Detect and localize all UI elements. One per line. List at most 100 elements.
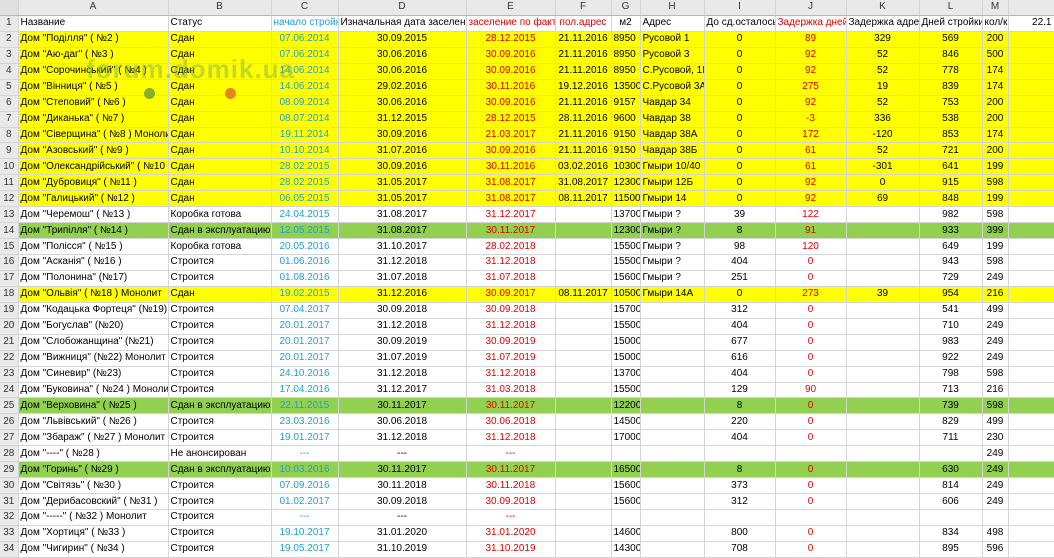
cell-original-date[interactable]: 30.09.2015 <box>338 31 467 48</box>
cell-build-days[interactable]: 713 <box>919 382 983 399</box>
cell-name[interactable]: Дом "Горинь" ( №29 ) <box>18 461 169 479</box>
cell-empty[interactable] <box>1008 127 1054 144</box>
cell-area[interactable]: 8950 <box>611 63 641 80</box>
cell-empty[interactable] <box>1008 95 1054 112</box>
row-header[interactable]: 24 <box>0 382 19 399</box>
cell-status[interactable]: Строится <box>168 270 272 287</box>
cell-delay-address[interactable] <box>846 350 920 367</box>
cell-empty[interactable] <box>1008 111 1054 128</box>
cell-area[interactable] <box>611 445 641 463</box>
cell-delay-days[interactable]: 0 <box>775 541 847 558</box>
row-header[interactable]: 1 <box>0 15 19 32</box>
cell-empty[interactable] <box>1008 509 1054 526</box>
cell-address[interactable]: Чавдар 38Б <box>640 142 705 160</box>
cell-start-date[interactable]: 24.10.2016 <box>271 366 339 383</box>
cell-delay-address[interactable]: 52 <box>846 63 920 80</box>
cell-status[interactable]: Строится <box>168 429 272 447</box>
cell-remaining[interactable]: 220 <box>704 413 776 431</box>
cell-empty[interactable] <box>1008 318 1054 335</box>
row-header[interactable]: 25 <box>0 397 19 415</box>
row-header[interactable]: 17 <box>0 270 19 287</box>
cell-empty[interactable] <box>1008 142 1054 160</box>
cell-empty[interactable] <box>1008 334 1054 351</box>
cell-original-date[interactable]: 30.06.2016 <box>338 47 467 64</box>
cell-address[interactable]: Чавдар 38А <box>640 127 705 144</box>
cell-name[interactable]: Дом "Поділля" ( №2 ) <box>18 31 169 48</box>
column-header[interactable]: K <box>846 0 920 16</box>
cell-name[interactable]: Дом "Світязь" ( №30 ) <box>18 477 169 495</box>
cell-area[interactable]: 8950 <box>611 31 641 48</box>
cell-delay-address[interactable] <box>846 382 920 399</box>
cell-area[interactable]: 12300 <box>611 174 641 192</box>
cell-delay-days[interactable]: 120 <box>775 238 847 255</box>
cell-area[interactable]: 12200 <box>611 397 641 415</box>
cell-address[interactable] <box>640 350 705 367</box>
cell-address[interactable] <box>640 413 705 431</box>
cell-status[interactable]: Сдан <box>168 79 272 96</box>
cell-name[interactable]: Дом "Трипілля" ( №14 ) <box>18 222 169 240</box>
cell-address-date[interactable]: 19.12.2016 <box>555 79 612 96</box>
cell-original-date[interactable]: 31.12.2016 <box>338 286 467 303</box>
cell-address[interactable] <box>640 477 705 495</box>
cell-build-days[interactable]: 710 <box>919 318 983 335</box>
cell-flats[interactable]: 216 <box>982 286 1009 303</box>
cell-empty[interactable] <box>1008 47 1054 64</box>
cell-address-date[interactable] <box>555 493 612 510</box>
cell-actual-date[interactable]: 31.10.2019 <box>466 541 556 558</box>
cell-address[interactable] <box>640 334 705 351</box>
cell-area[interactable]: 15000 <box>611 334 641 351</box>
cell-area[interactable]: 14500 <box>611 413 641 431</box>
cell-build-days[interactable]: 569 <box>919 31 983 48</box>
cell-build-days[interactable]: 922 <box>919 350 983 367</box>
column-header[interactable]: E <box>466 0 556 16</box>
cell-flats[interactable]: 498 <box>982 525 1009 542</box>
cell-address[interactable] <box>640 493 705 510</box>
cell-delay-days[interactable]: 89 <box>775 31 847 48</box>
cell-address-date[interactable]: 28.11.2016 <box>555 111 612 128</box>
cell-flats[interactable]: 174 <box>982 79 1009 96</box>
cell-remaining[interactable]: 0 <box>704 158 776 176</box>
cell-delay-address[interactable] <box>846 397 920 415</box>
cell-area[interactable]: 15600 <box>611 493 641 510</box>
cell-remaining[interactable]: 312 <box>704 493 776 510</box>
cell-name[interactable]: Дом "Дерибасовский" ( №31 ) <box>18 493 169 510</box>
cell-flats[interactable]: 249 <box>982 477 1009 495</box>
cell-actual-date[interactable]: 30.09.2016 <box>466 63 556 80</box>
cell-delay-address[interactable] <box>846 238 920 255</box>
cell-original-date[interactable]: 31.08.2017 <box>338 222 467 240</box>
row-header[interactable]: 29 <box>0 461 19 479</box>
cell-start-date[interactable]: --- <box>271 445 339 463</box>
cell-original-date[interactable]: 30.09.2019 <box>338 334 467 351</box>
cell-flats[interactable]: 200 <box>982 111 1009 128</box>
cell-delay-address[interactable] <box>846 206 920 224</box>
cell-actual-date[interactable]: 31.12.2018 <box>466 366 556 383</box>
cell-delay-address[interactable] <box>846 509 920 526</box>
cell-name[interactable]: Дом "Синевир" (№23) <box>18 366 169 383</box>
cell-original-date[interactable]: 31.12.2018 <box>338 429 467 447</box>
cell-build-days[interactable] <box>919 509 983 526</box>
cell-delay-address[interactable]: 336 <box>846 111 920 128</box>
cell-address[interactable]: Гмыри ? <box>640 270 705 287</box>
cell-status[interactable]: Сдан <box>168 95 272 112</box>
header-cell-extra[interactable]: 22.1 <box>1008 15 1054 32</box>
cell-remaining[interactable]: 404 <box>704 318 776 335</box>
cell-area[interactable]: 17000 <box>611 429 641 447</box>
cell-address-date[interactable] <box>555 413 612 431</box>
cell-build-days[interactable]: 753 <box>919 95 983 112</box>
cell-status[interactable]: Сдан <box>168 142 272 160</box>
cell-original-date[interactable]: 31.07.2019 <box>338 350 467 367</box>
header-cell-actual[interactable]: заселение по факту <box>466 15 556 32</box>
cell-address-date[interactable] <box>555 461 612 479</box>
cell-delay-address[interactable] <box>846 493 920 510</box>
cell-delay-days[interactable]: 0 <box>775 318 847 335</box>
cell-actual-date[interactable]: 31.07.2018 <box>466 270 556 287</box>
cell-flats[interactable]: 249 <box>982 493 1009 510</box>
row-header[interactable]: 13 <box>0 206 19 224</box>
cell-name[interactable]: Дом "Кодацька Фортеця" (№19) <box>18 302 169 319</box>
cell-start-date[interactable]: --- <box>271 509 339 526</box>
cell-original-date[interactable]: 31.07.2018 <box>338 270 467 287</box>
cell-build-days[interactable]: 834 <box>919 525 983 542</box>
cell-original-date[interactable]: --- <box>338 509 467 526</box>
cell-actual-date[interactable]: 30.11.2017 <box>466 461 556 479</box>
cell-area[interactable]: 15700 <box>611 302 641 319</box>
